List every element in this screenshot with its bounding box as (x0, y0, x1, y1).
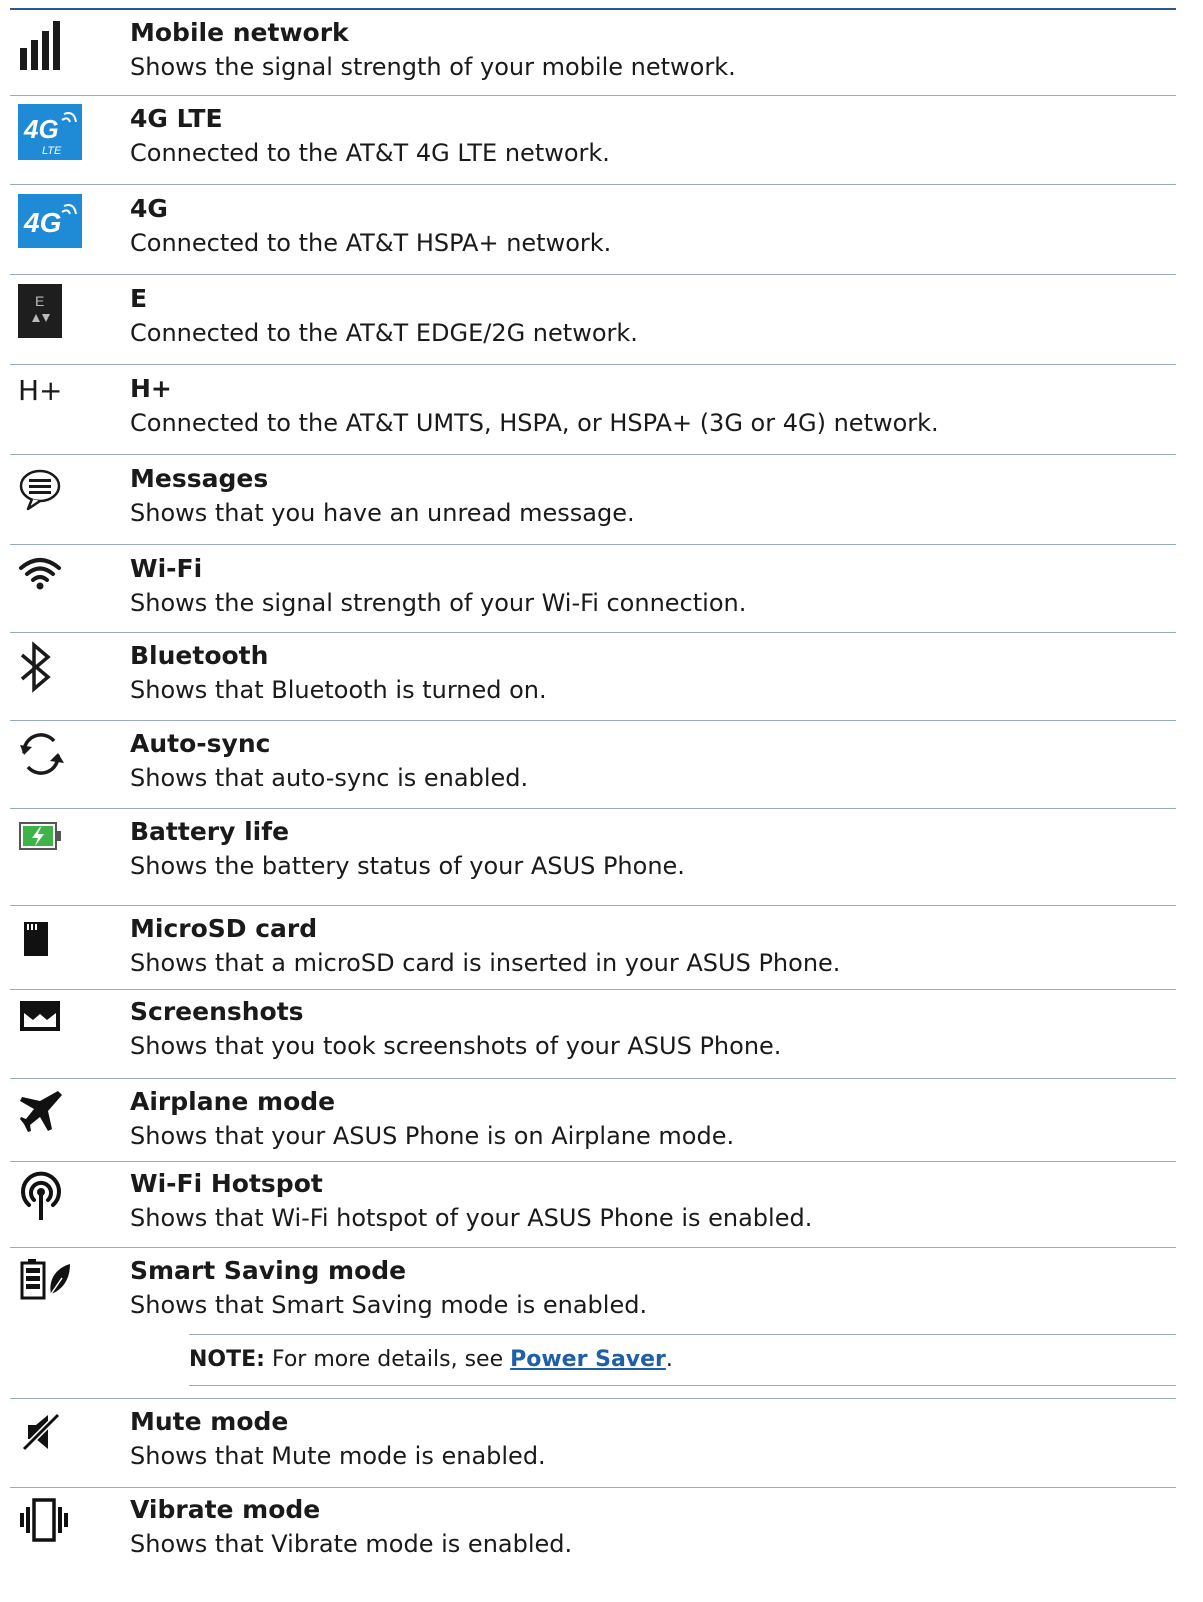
entry-description: Shows the battery status of your ASUS Ph… (130, 852, 685, 880)
entry-description: Shows that you have an unread message. (130, 499, 635, 527)
mobile-signal-icon (18, 18, 66, 70)
edge-letter: E (35, 293, 44, 309)
entry-title: Vibrate mode (130, 1495, 321, 1524)
separator (10, 274, 1176, 275)
microsd-icon (18, 920, 66, 968)
bluetooth-icon (18, 641, 66, 693)
entry-title: MicroSD card (130, 914, 318, 943)
entry-title: Screenshots (130, 997, 304, 1026)
lte-big-text: 4G (23, 114, 59, 144)
entry-title: Bluetooth (130, 641, 269, 670)
entry-description: Shows that your ASUS Phone is on Airplan… (130, 1122, 735, 1150)
entry-title: Auto-sync (130, 729, 271, 758)
entry-title: Airplane mode (130, 1087, 336, 1116)
entry-description: Shows that Wi-Fi hotspot of your ASUS Ph… (130, 1204, 813, 1232)
entry-description: Shows the signal strength of your Wi-Fi … (130, 589, 747, 617)
h-plus-icon: H+ (18, 372, 68, 408)
entry-description: Connected to the AT&T UMTS, HSPA, or HSP… (130, 409, 939, 437)
separator (10, 1487, 1176, 1488)
separator (10, 1247, 1176, 1248)
note-end: . (665, 1347, 673, 1372)
hotspot-icon (18, 1171, 66, 1220)
entry-title: Wi-Fi Hotspot (130, 1169, 323, 1198)
entry-description: Shows that Smart Saving mode is enabled. (130, 1291, 648, 1319)
4g-text: 4G (23, 207, 61, 238)
entry-description: Shows that auto-sync is enabled. (130, 764, 529, 792)
entry-description: Shows that Vibrate mode is enabled. (130, 1530, 573, 1558)
entry-description: Connected to the AT&T EDGE/2G network. (130, 319, 638, 347)
entry-title: Smart Saving mode (130, 1256, 407, 1285)
separator (10, 364, 1176, 365)
entry-description: Connected to the AT&T 4G LTE network. (130, 139, 610, 167)
separator (10, 184, 1176, 185)
entry-description: Shows that a microSD card is inserted in… (130, 949, 841, 977)
note-text: For more details, see (264, 1347, 511, 1372)
entry-title: H+ (130, 374, 172, 403)
top-rule (10, 8, 1176, 10)
separator (10, 454, 1176, 455)
screenshot-icon (18, 999, 66, 1047)
separator (10, 1078, 1176, 1079)
airplane-icon (18, 1089, 66, 1137)
power-saver-link[interactable]: Power Saver (510, 1347, 666, 1372)
mute-icon (18, 1411, 66, 1459)
separator (10, 989, 1176, 990)
separator (10, 905, 1176, 906)
entry-title: E (130, 284, 148, 313)
note: NOTE: For more details, see Power Saver. (189, 1346, 673, 1374)
entry-title: Mobile network (130, 18, 349, 47)
separator (10, 95, 1176, 96)
separator (10, 1161, 1176, 1162)
entry-description: Shows the signal strength of your mobile… (130, 53, 736, 81)
entry-description: Shows that Bluetooth is turned on. (130, 676, 547, 704)
entry-title: Mute mode (130, 1407, 289, 1436)
separator (10, 720, 1176, 721)
lte-small-text: LTE (42, 145, 62, 157)
entry-description: Connected to the AT&T HSPA+ network. (130, 229, 612, 257)
4g-lte-icon: 4G LTE (18, 104, 82, 160)
vibrate-icon (18, 1497, 74, 1545)
separator (10, 1398, 1176, 1399)
entry-description: Shows that Mute mode is enabled. (130, 1442, 546, 1470)
separator (10, 544, 1176, 545)
hplus-text: H+ (18, 374, 63, 407)
entry-description: Shows that you took screenshots of your … (130, 1032, 782, 1060)
entry-title: 4G LTE (130, 104, 223, 133)
sync-icon (18, 731, 66, 779)
battery-icon (18, 821, 66, 869)
note-box: NOTE: For more details, see Power Saver. (189, 1334, 1176, 1386)
wifi-icon (18, 554, 66, 602)
edge-icon: E (18, 284, 62, 338)
entry-title: Wi-Fi (130, 554, 203, 583)
separator (10, 632, 1176, 633)
message-icon (18, 468, 66, 516)
note-label: NOTE: (189, 1347, 265, 1372)
4g-icon: 4G (18, 194, 82, 248)
entry-title: Messages (130, 464, 269, 493)
smart-saving-icon (18, 1258, 74, 1306)
entry-title: 4G (130, 194, 168, 223)
separator (10, 808, 1176, 809)
entry-title: Battery life (130, 817, 290, 846)
